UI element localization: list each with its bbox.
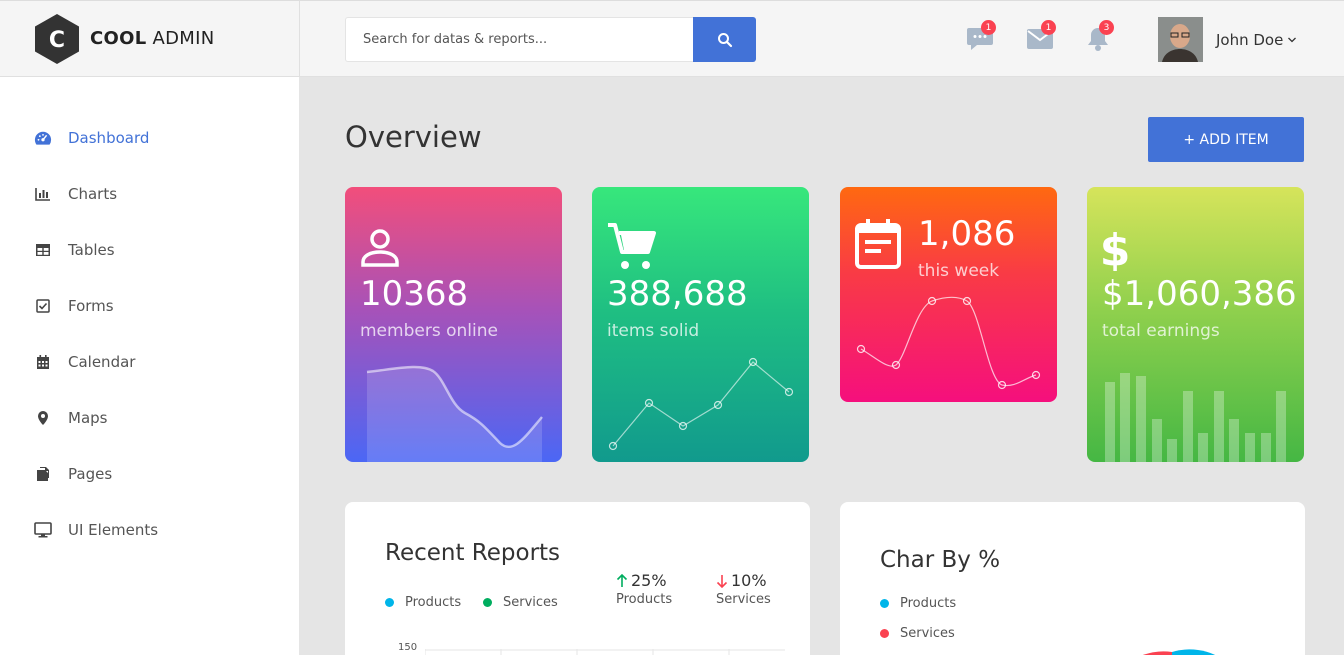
copy-icon [34,465,52,483]
sidebar-item-ui-elements[interactable]: UI Elements [34,518,158,542]
stat-label: Products [616,592,673,607]
notification-bell[interactable]: 3 [1082,20,1114,55]
legend-services: Services [483,595,558,610]
avatar [1158,17,1203,62]
header: 1 1 3 John Doe [300,0,1344,77]
legend-label: Products [900,596,957,611]
stat-value: 388,688 [607,274,748,314]
stat-products: 25% Products [616,571,672,607]
logo[interactable]: C COOL ADMIN [0,0,300,77]
sidebar-item-label: Calendar [68,353,136,371]
sidebar-item-dashboard[interactable]: Dashboard [34,126,149,150]
legend-label: Services [900,626,955,641]
sidebar-item-label: Charts [68,185,118,203]
account-menu[interactable]: John Doe [1158,17,1297,62]
dollar-icon: $ [1100,225,1131,271]
add-item-button[interactable]: + ADD ITEM [1148,117,1304,162]
sidebar-item-label: Pages [68,465,113,483]
stat-card-chart [366,365,543,462]
stat-value: 10368 [360,274,469,314]
bar-chart-icon [34,185,52,203]
sidebar-item-tables[interactable]: Tables [34,238,115,262]
stat-value: 1,086 [918,214,1016,254]
legend-dot [385,598,394,607]
legend-label: Products [405,595,462,610]
svg-text:C: C [49,28,65,53]
panel-title: Char By % [880,547,1001,573]
notification-badge: 1 [981,20,996,35]
check-square-icon [34,297,52,315]
chart-gridlines [425,649,785,655]
legend-dot [880,599,889,608]
page-title: Overview [345,120,482,154]
stat-card-chart [608,357,794,451]
sidebar-item-maps[interactable]: Maps [34,406,107,430]
char-by-panel: Char By % Products Services [840,502,1305,655]
sidebar-item-calendar[interactable]: Calendar [34,350,135,374]
account-icon [361,229,399,267]
sidebar-item-label: Forms [68,297,114,315]
map-marker-icon [34,409,52,427]
sidebar-item-label: Maps [68,409,108,427]
search-form [345,17,757,62]
legend-products: Products [880,596,956,611]
table-icon [34,241,52,259]
search-input[interactable] [345,17,693,62]
stat-card-chart [1105,373,1286,462]
chevron-down-icon [1288,37,1297,42]
sidebar: Dashboard Charts Tables Forms Calendar M… [0,77,300,655]
stat-services: 10% Services [716,571,771,607]
notification-comment[interactable]: 1 [964,20,996,55]
arrow-up-icon [616,573,628,587]
sidebar-item-label: UI Elements [68,521,159,539]
stat-label: items solid [607,321,700,341]
stat-label: members online [360,321,498,341]
stat-card-items: 388,688 items solid [592,187,809,462]
stat-label: this week [918,261,1000,281]
tachometer-icon [34,129,52,147]
notification-mail[interactable]: 1 [1024,20,1056,55]
arrow-down-icon [716,574,728,588]
recent-reports-panel: Recent Reports Products Services 25% Pro… [345,502,810,655]
notification-badge: 3 [1099,20,1114,35]
stat-label: Services [716,592,771,607]
search-button[interactable] [693,17,756,62]
calendar-icon [34,353,52,371]
search-icon [717,32,732,47]
sidebar-item-charts[interactable]: Charts [34,182,117,206]
legend-dot [880,629,889,638]
legend-dot [483,598,492,607]
account-name: John Doe [1216,30,1284,49]
stat-percent: 10% [731,571,767,590]
stat-label: total earnings [1102,321,1220,341]
sidebar-item-forms[interactable]: Forms [34,294,114,318]
sidebar-item-label: Dashboard [68,129,150,147]
desktop-icon [34,521,52,539]
stat-card-members: 10368 members online [345,187,562,462]
panel-title: Recent Reports [385,540,561,566]
sidebar-item-pages[interactable]: Pages [34,462,112,486]
shopping-cart-icon [608,223,656,269]
notification-badge: 1 [1041,20,1056,35]
logo-hex-icon: C [34,13,80,65]
stat-percent: 25% [631,571,667,590]
calendar-note-icon [855,219,901,269]
sidebar-item-label: Tables [68,241,115,259]
legend-services: Services [880,626,955,641]
legend-products: Products [385,595,461,610]
stat-value: $1,060,386 [1102,274,1297,314]
stat-card-week: 1,086 this week [840,187,1057,402]
svg-text:$: $ [1100,225,1131,271]
stat-card-chart [856,296,1041,390]
y-axis-tick: 150 [398,642,418,653]
brand-name: COOL ADMIN [90,28,215,49]
donut-chart [1143,649,1216,655]
legend-label: Services [503,595,558,610]
stat-card-earnings: $ $1,060,386 total earnings [1087,187,1304,462]
